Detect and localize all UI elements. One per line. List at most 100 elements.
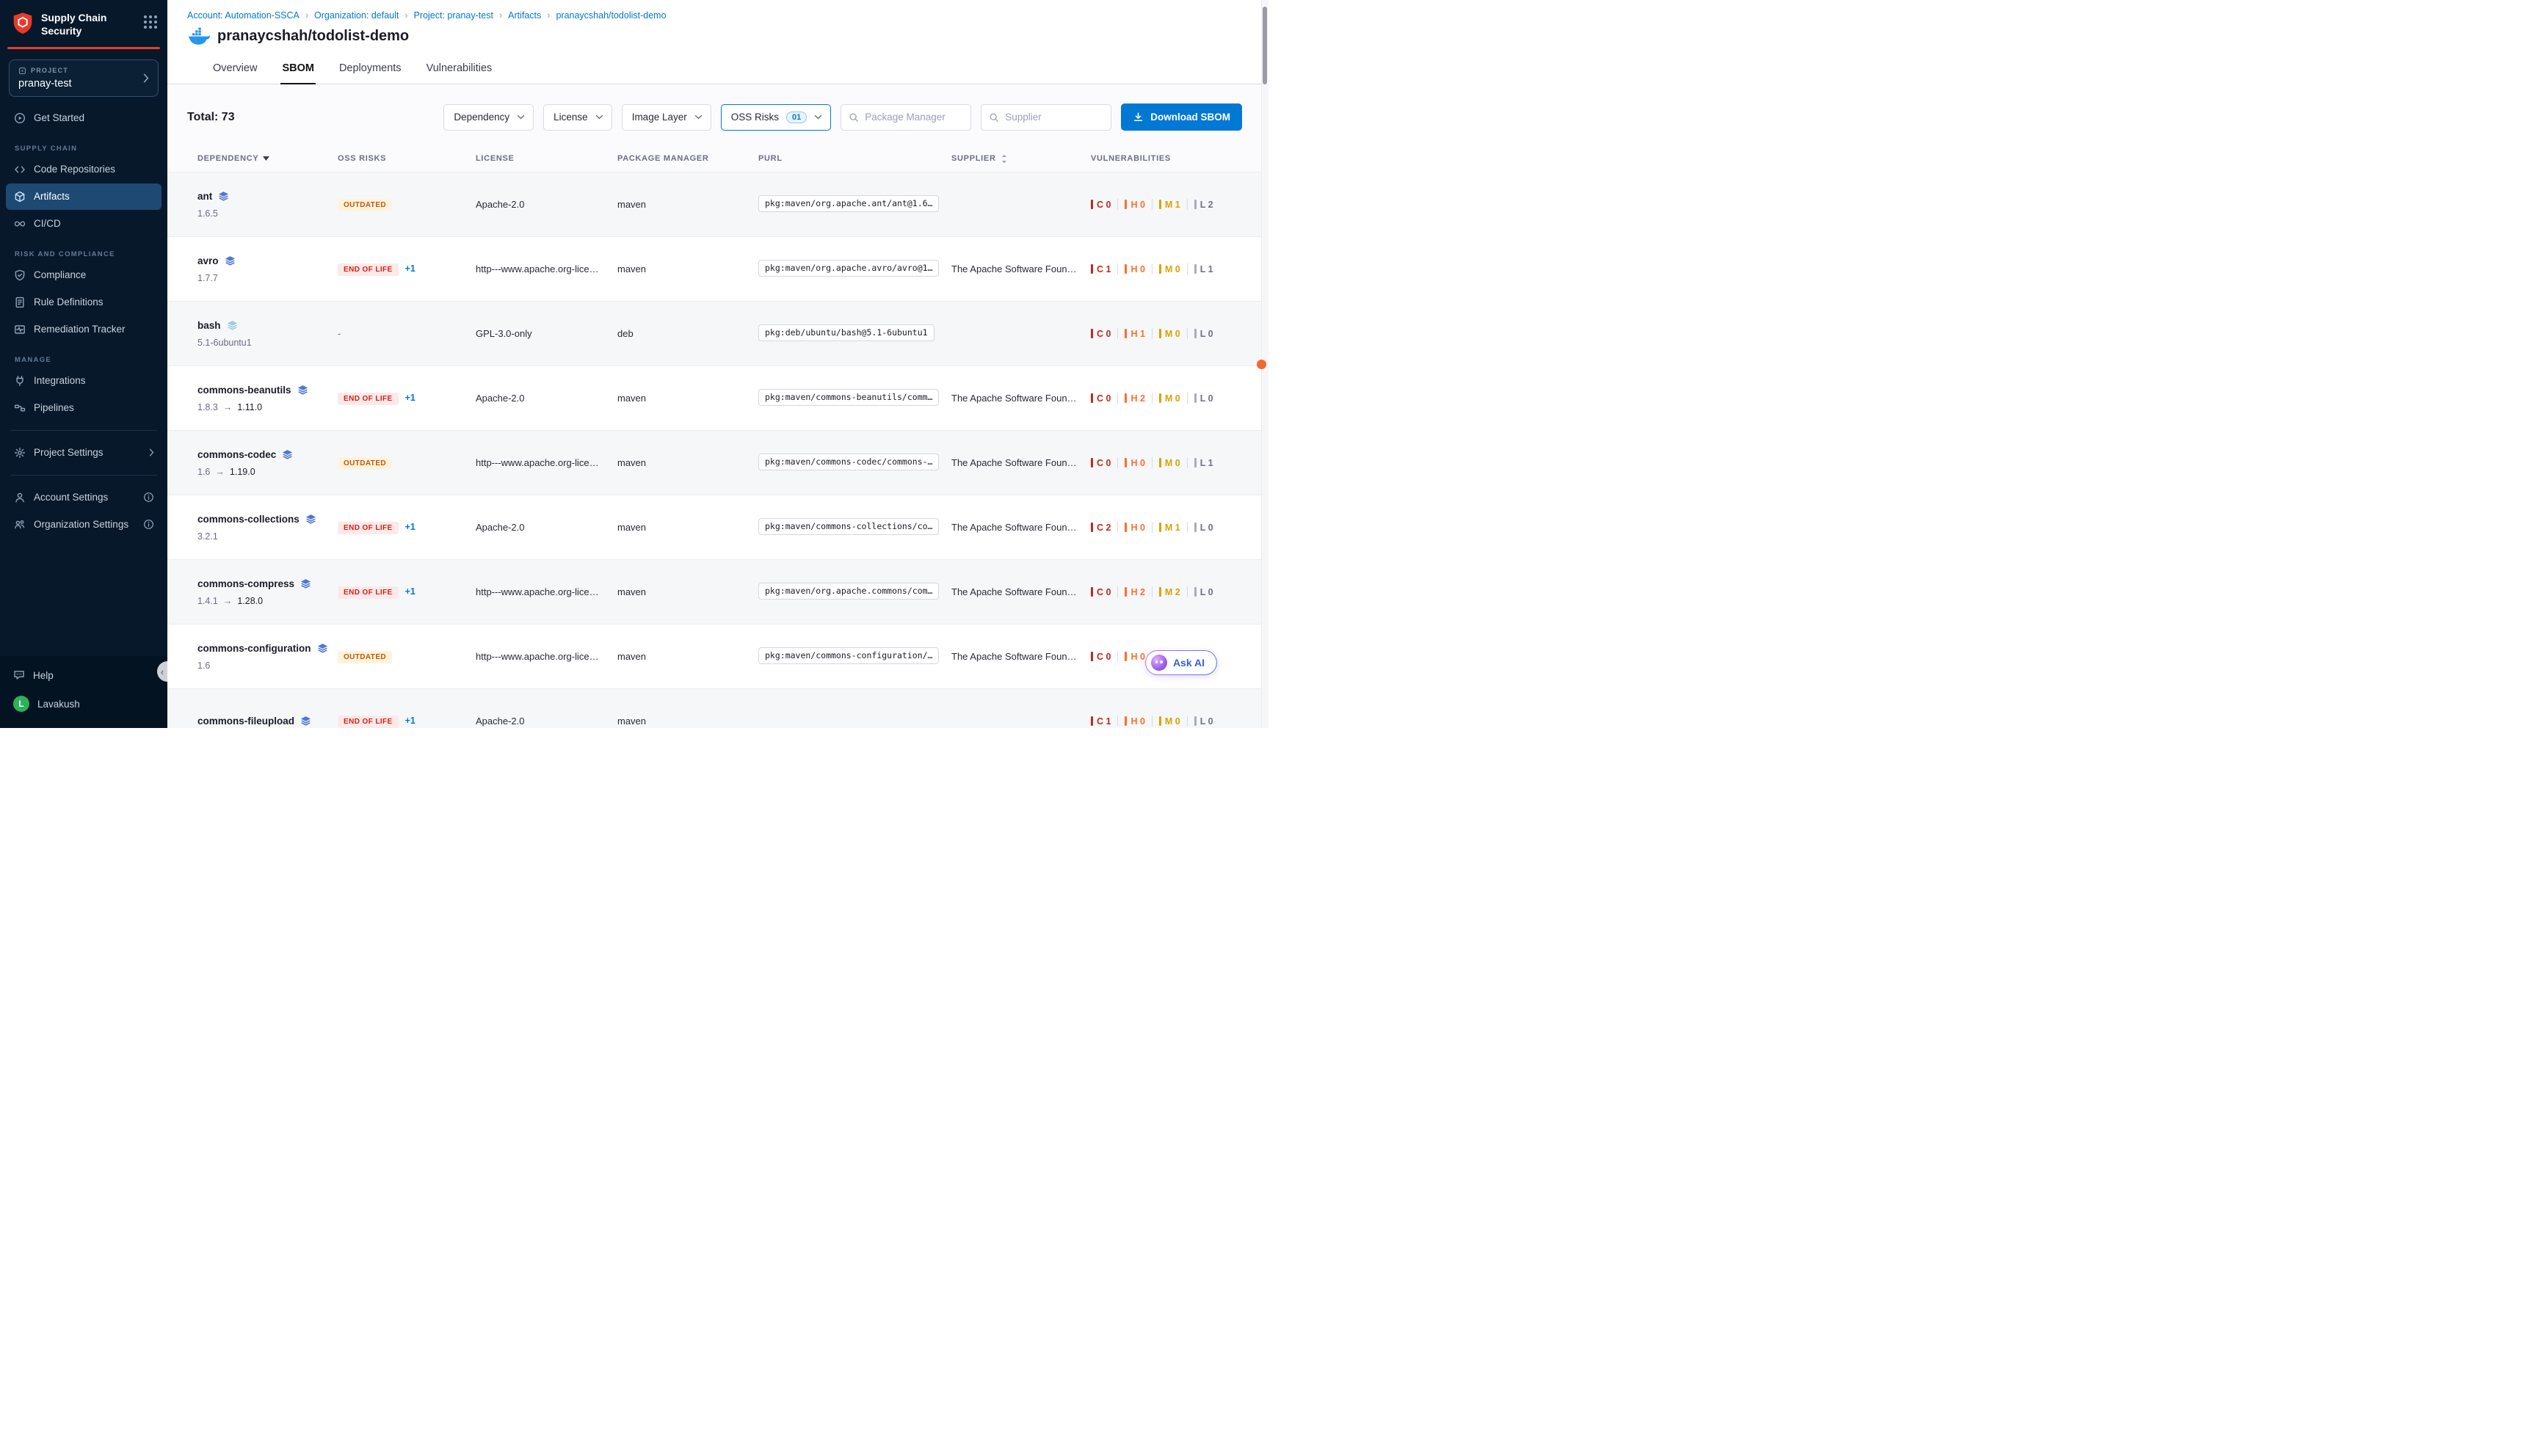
- dependency-name: commons-fileupload: [197, 716, 327, 727]
- purl-value[interactable]: pkg:maven/org.apache.avro/avro@1…: [758, 260, 939, 277]
- supplier-search-input[interactable]: [1005, 112, 1103, 123]
- package-manager-search-input[interactable]: [865, 112, 963, 123]
- table-row[interactable]: commons-compress1.4.1→1.28.0END OF LIFE+…: [167, 559, 1268, 624]
- get-started-icon: [14, 112, 26, 124]
- sidebar-item-artifacts[interactable]: Artifacts: [6, 183, 161, 210]
- apps-grid-icon[interactable]: [144, 15, 157, 29]
- oss-risk-cell: END OF LIFE+1: [338, 521, 476, 534]
- column-label: DEPENDENCY: [197, 154, 258, 163]
- tab-deployments[interactable]: Deployments: [338, 55, 403, 84]
- purl-value[interactable]: pkg:maven/org.apache.ant/ant@1.6…: [758, 195, 939, 212]
- tab-overview[interactable]: Overview: [211, 55, 258, 84]
- purl-value[interactable]: pkg:maven/commons-collections/co…: [758, 518, 939, 535]
- sidebar-item-cicd[interactable]: CI/CD: [6, 211, 161, 237]
- package-manager-search[interactable]: [841, 104, 971, 131]
- no-risk-dash: -: [338, 328, 341, 339]
- supplier-search[interactable]: [981, 104, 1111, 131]
- c-count: C 2: [1091, 523, 1111, 533]
- more-risks-link[interactable]: +1: [405, 393, 415, 403]
- sidebar-item-account-settings[interactable]: Account Settings: [6, 484, 161, 511]
- sidebar-item-rule-definitions[interactable]: Rule Definitions: [6, 289, 161, 316]
- table-row[interactable]: commons-collections3.2.1END OF LIFE+1Apa…: [167, 495, 1268, 559]
- layers-icon: [225, 255, 236, 266]
- purl-value[interactable]: pkg:maven/commons-beanutils/comm…: [758, 389, 939, 406]
- purl-value[interactable]: pkg:maven/org.apache.commons/com…: [758, 583, 939, 600]
- divider: [1152, 586, 1153, 597]
- more-risks-link[interactable]: +1: [405, 263, 415, 274]
- license-cell: http---www.apache.org-lice…: [476, 586, 617, 597]
- breadcrumb-link[interactable]: Artifacts: [508, 10, 541, 21]
- layers-icon: [300, 578, 311, 589]
- breadcrumb-link[interactable]: Organization: default: [314, 10, 399, 21]
- download-sbom-button[interactable]: Download SBOM: [1121, 103, 1242, 131]
- sidebar-item-project-settings[interactable]: Project Settings: [6, 440, 161, 466]
- layers-icon: [218, 191, 229, 202]
- help-button[interactable]: Help: [0, 662, 167, 688]
- l-count: L 0: [1194, 587, 1213, 597]
- column-header: PACKAGE MANAGER: [617, 154, 758, 163]
- package-manager-cell: maven: [617, 457, 758, 468]
- h-count: H 0: [1125, 652, 1144, 662]
- table-row[interactable]: bash5.1-6ubuntu1-GPL-3.0-onlydebpkg:deb/…: [167, 301, 1268, 365]
- column-label: SUPPLIER: [951, 154, 996, 163]
- dependency-name: commons-codec: [197, 449, 327, 460]
- sidebar-item-compliance[interactable]: Compliance: [6, 262, 161, 288]
- severity-bar: [1091, 716, 1093, 726]
- purl-value[interactable]: pkg:maven/commons-codec/commons-…: [758, 454, 939, 470]
- breadcrumb-link[interactable]: Account: Automation-SSCA: [187, 10, 300, 21]
- more-risks-link[interactable]: +1: [405, 522, 415, 532]
- divider: [1152, 457, 1153, 468]
- sidebar-item-remediation-tracker[interactable]: Remediation Tracker: [6, 316, 161, 343]
- h-count: H 0: [1125, 716, 1144, 727]
- sidebar-item-get-started[interactable]: Get Started: [6, 105, 161, 131]
- tab-sbom[interactable]: SBOM: [280, 55, 316, 84]
- dependency-name: commons-compress: [197, 578, 327, 589]
- download-sbom-label: Download SBOM: [1150, 112, 1230, 123]
- table-row[interactable]: ant1.6.5OUTDATEDApache-2.0mavenpkg:maven…: [167, 172, 1268, 236]
- supplier-cell: The Apache Software Foun…: [951, 457, 1091, 468]
- sidebar-item-label: Get Started: [34, 112, 84, 123]
- breadcrumb-link[interactable]: pranaycshah/todolist-demo: [556, 10, 666, 21]
- cicd-icon: [14, 218, 26, 230]
- l-count: L 2: [1194, 200, 1213, 210]
- severity-bar: [1159, 329, 1161, 338]
- rules-icon: [14, 296, 26, 308]
- license-cell: GPL-3.0-only: [476, 328, 617, 339]
- filter-oss-risks[interactable]: OSS Risks01: [721, 104, 832, 131]
- filter-license[interactable]: License: [543, 104, 612, 131]
- tab-vulnerabilities[interactable]: Vulnerabilities: [425, 55, 494, 84]
- purl-value[interactable]: pkg:deb/ubuntu/bash@5.1-6ubuntu1: [758, 324, 934, 341]
- table-row[interactable]: commons-beanutils1.8.3→1.11.0END OF LIFE…: [167, 365, 1268, 430]
- table-row[interactable]: avro1.7.7END OF LIFE+1http---www.apache.…: [167, 236, 1268, 301]
- sidebar-item-pipelines[interactable]: Pipelines: [6, 395, 161, 421]
- vuln-count-label: H 0: [1130, 652, 1144, 662]
- project-selector[interactable]: PROJECT pranay-test: [9, 59, 159, 97]
- breadcrumb-link[interactable]: Project: pranay-test: [414, 10, 493, 21]
- filter-dependency[interactable]: Dependency: [443, 104, 534, 131]
- scrollbar-thumb[interactable]: [1263, 7, 1267, 84]
- ask-ai-button[interactable]: Ask AI: [1145, 650, 1217, 675]
- vulnerabilities-cell: C 1H 0M 0L 1: [1091, 263, 1246, 274]
- oss-risk-cell: END OF LIFE+1: [338, 263, 476, 276]
- purl-value[interactable]: pkg:maven/commons-configuration/…: [758, 647, 939, 664]
- more-risks-link[interactable]: +1: [405, 586, 415, 597]
- sidebar-item-code-repositories[interactable]: Code Repositories: [6, 156, 161, 183]
- license-cell: Apache-2.0: [476, 522, 617, 533]
- sidebar-item-integrations[interactable]: Integrations: [6, 368, 161, 394]
- l-count: L 0: [1194, 523, 1213, 533]
- table-row[interactable]: commons-fileuploadEND OF LIFE+1Apache-2.…: [167, 688, 1268, 728]
- vuln-count-label: L 0: [1200, 329, 1213, 339]
- table-row[interactable]: commons-codec1.6→1.19.0OUTDATEDhttp---ww…: [167, 430, 1268, 495]
- supplier-cell: The Apache Software Foun…: [951, 522, 1091, 533]
- sidebar-item-organization-settings[interactable]: Organization Settings: [6, 512, 161, 538]
- sort-icon: [1001, 154, 1008, 164]
- user-menu[interactable]: L Lavakush: [0, 688, 167, 719]
- divider: [1187, 393, 1188, 404]
- oss-risk-cell: END OF LIFE+1: [338, 392, 476, 405]
- license-cell: http---www.apache.org-lice…: [476, 651, 617, 662]
- table-row[interactable]: commons-configuration1.6OUTDATEDhttp---w…: [167, 624, 1268, 688]
- purl-cell: pkg:maven/commons-collections/co…: [758, 518, 951, 537]
- oss-risk-badge: OUTDATED: [338, 199, 392, 211]
- filter-image-layer[interactable]: Image Layer: [622, 104, 711, 131]
- more-risks-link[interactable]: +1: [405, 716, 415, 726]
